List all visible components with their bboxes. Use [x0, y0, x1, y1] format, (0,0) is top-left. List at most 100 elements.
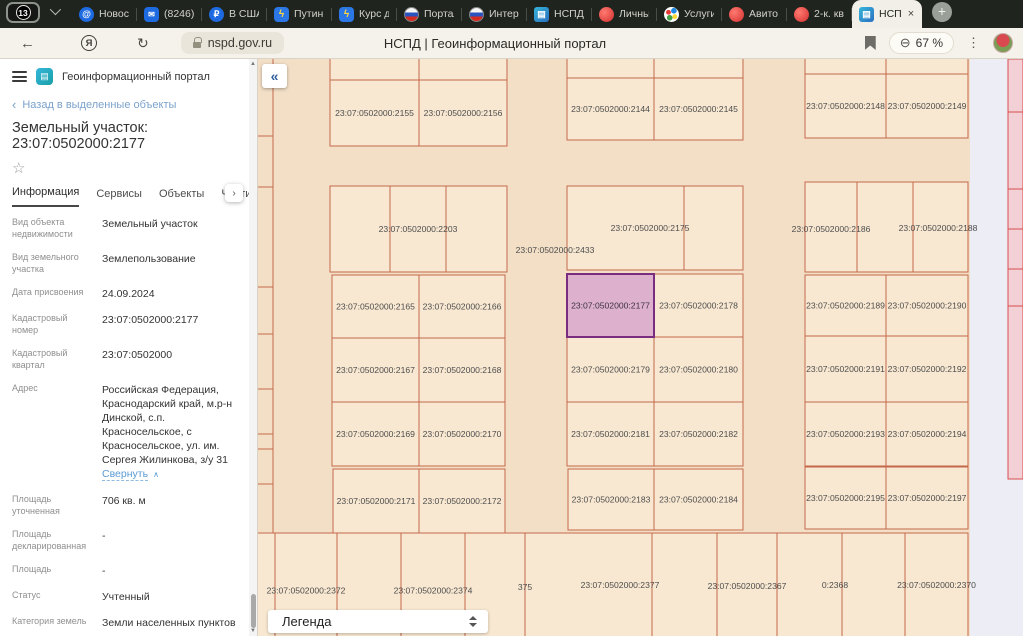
- parcel[interactable]: [804, 59, 887, 75]
- parcel-label: 23:07:0502000:2372: [267, 586, 346, 596]
- chevron-left-icon: ‹: [12, 97, 17, 112]
- parcel-label: 23:07:0502000:2179: [571, 365, 650, 375]
- page-title: НСПД | Геоинформационный портал: [383, 35, 607, 51]
- parcel-label: 23:07:0502000:2186: [792, 224, 871, 234]
- zoom-out-icon[interactable]: ⊖: [900, 35, 911, 51]
- parcel[interactable]: [885, 59, 969, 75]
- tab-list-chevron-down-icon[interactable]: [49, 3, 62, 16]
- browser-tab-4[interactable]: ϟ Путин п: [267, 0, 331, 28]
- legend-panel[interactable]: Легенда: [268, 610, 488, 633]
- favorite-star-icon[interactable]: ☆: [0, 154, 257, 177]
- browser-tab-5[interactable]: ϟ Курс до: [332, 0, 396, 28]
- browser-tab-12[interactable]: 2-к. кв: [787, 0, 851, 28]
- field-row: Кадастровый номер 23:07:0502000:2177: [0, 307, 257, 342]
- browser-tab-7[interactable]: Интере: [462, 0, 526, 28]
- red-favicon: [794, 6, 809, 22]
- browser-tab-3[interactable]: ₽ В США: [202, 0, 266, 28]
- parcel-label: 23:07:0502000:2178: [659, 301, 738, 311]
- tab-сервисы[interactable]: Сервисы: [96, 188, 142, 207]
- tab-label: Авито -: [749, 8, 779, 20]
- back-button[interactable]: ←: [20, 35, 35, 52]
- refresh-button[interactable]: ↻: [137, 35, 149, 52]
- collapse-address-link[interactable]: Свернуть: [102, 468, 149, 481]
- parcel[interactable]: [841, 532, 906, 636]
- parcel-label: 23:07:0502000:2188: [899, 223, 978, 233]
- envelope-favicon: ✉: [144, 6, 159, 22]
- parcel-label: 23:07:0502000:2189: [806, 301, 885, 311]
- field-value: Земли населенных пунктов: [102, 617, 236, 629]
- cadastral-map[interactable]: 23:07:0502000:2155 23:07:0502000:2156 23:0…: [258, 59, 1023, 636]
- scrollbar-thumb[interactable]: [250, 594, 256, 628]
- tab-информация[interactable]: Информация: [12, 186, 80, 207]
- parcel[interactable]: [329, 59, 420, 81]
- selected-parcel-label: 23:07:0502000:2177: [571, 301, 650, 311]
- back-to-selected-objects-link[interactable]: ‹ Назад в выделенные объекты: [0, 91, 257, 113]
- tab-label: 2-к. кв: [814, 8, 844, 20]
- browser-tab-6[interactable]: Портал: [397, 0, 461, 28]
- parcel[interactable]: [683, 185, 744, 271]
- field-label: Площадь декларированная: [12, 529, 87, 551]
- tab-strip: @ Новост ✉ (8246) В ₽ В США ϟ Путин п ϟ Курс до По…: [72, 0, 852, 28]
- browser-tab-1[interactable]: @ Новост: [72, 0, 136, 28]
- parcel[interactable]: [418, 59, 508, 81]
- collapse-panel-button[interactable]: «: [262, 64, 287, 88]
- address-bar[interactable]: nspd.gov.ru: [180, 32, 285, 54]
- field-row: Статус Учтенный: [0, 584, 257, 610]
- parcel-label: 23:07:0502000:2148: [806, 101, 885, 111]
- field-value: 24.09.2024: [102, 288, 155, 300]
- parcel[interactable]: [653, 59, 744, 79]
- tabs-more-button[interactable]: ›: [225, 184, 243, 202]
- browser-tab-10[interactable]: Услуги: [657, 0, 721, 28]
- yandex-icon[interactable]: Я: [81, 35, 97, 51]
- parcel-label: 23:07:0502000:2370: [897, 580, 976, 590]
- app-title: Геоинформационный портал: [62, 70, 210, 83]
- tab-label: Курс до: [359, 8, 389, 20]
- tab-counter-button[interactable]: 13: [6, 2, 40, 23]
- browser-tab-11[interactable]: Авито -: [722, 0, 786, 28]
- field-value: Российская Федерация, Краснодарский край…: [102, 384, 232, 481]
- browser-tab-9[interactable]: Личный: [592, 0, 656, 28]
- ru-flag-favicon: [404, 6, 419, 22]
- parcel-label: 23:07:0502000:2172: [423, 496, 502, 506]
- zen-favicon: ϟ: [274, 6, 289, 22]
- menu-hamburger-icon[interactable]: [12, 71, 27, 82]
- field-label: Площадь: [12, 564, 52, 574]
- zoom-control[interactable]: ⊖ 67 %: [888, 32, 954, 54]
- field-value: 706 кв. м: [102, 495, 146, 507]
- parcel-label: 23:07:0502000:2165: [336, 302, 415, 312]
- browser-tab-8[interactable]: ▤ НСПД |: [527, 0, 591, 28]
- field-value: Учтенный: [102, 591, 150, 603]
- browser-tab-active-nspd[interactable]: ▤ НСП ×: [852, 0, 922, 28]
- parcel-label: 23:07:0502000:2194: [888, 429, 967, 439]
- chevron-up-icon: ∧: [153, 470, 159, 479]
- bookmark-icon[interactable]: [864, 36, 876, 50]
- field-label: Площадь уточненная: [12, 494, 60, 516]
- new-tab-button[interactable]: +: [932, 2, 952, 22]
- parcel-label: 23:07:0502000:2149: [888, 101, 967, 111]
- zen-favicon: ϟ: [339, 6, 354, 22]
- field-value: 23:07:0502000:2177: [102, 314, 199, 326]
- active-tab-label: НСП: [879, 8, 902, 20]
- tab-объекты[interactable]: Объекты: [159, 188, 204, 207]
- parcel-label: 23:07:0502000:2193: [806, 429, 885, 439]
- field-label: Статус: [12, 590, 41, 600]
- scroll-up-icon[interactable]: ▲: [250, 61, 256, 67]
- parcel-label: 23:07:0502000:2184: [659, 495, 738, 505]
- tab-label: Новост: [99, 8, 129, 20]
- ruble-favicon: ₽: [209, 6, 224, 22]
- browser-menu-icon[interactable]: ⋮: [967, 35, 980, 51]
- parcel-label: 23:07:0502000:2203: [379, 224, 458, 234]
- parcel-label: 23:07:0502000:2166: [423, 302, 502, 312]
- close-tab-icon[interactable]: ×: [908, 8, 914, 20]
- parcel[interactable]: [566, 59, 655, 79]
- tab-label: Интере: [489, 8, 519, 20]
- legend-expand-icon[interactable]: [469, 616, 477, 627]
- scroll-down-icon[interactable]: ▼: [250, 628, 256, 634]
- field-row: Площадь -: [0, 558, 257, 584]
- browser-tab-2[interactable]: ✉ (8246) В: [137, 0, 201, 28]
- tab-count: 13: [15, 5, 31, 20]
- map-area[interactable]: 23:07:0502000:2155 23:07:0502000:2156 23:0…: [258, 59, 1023, 636]
- field-label: Адрес: [12, 383, 38, 393]
- profile-avatar[interactable]: [993, 33, 1013, 53]
- sidebar-scrollbar[interactable]: ▲ ▼: [249, 59, 257, 636]
